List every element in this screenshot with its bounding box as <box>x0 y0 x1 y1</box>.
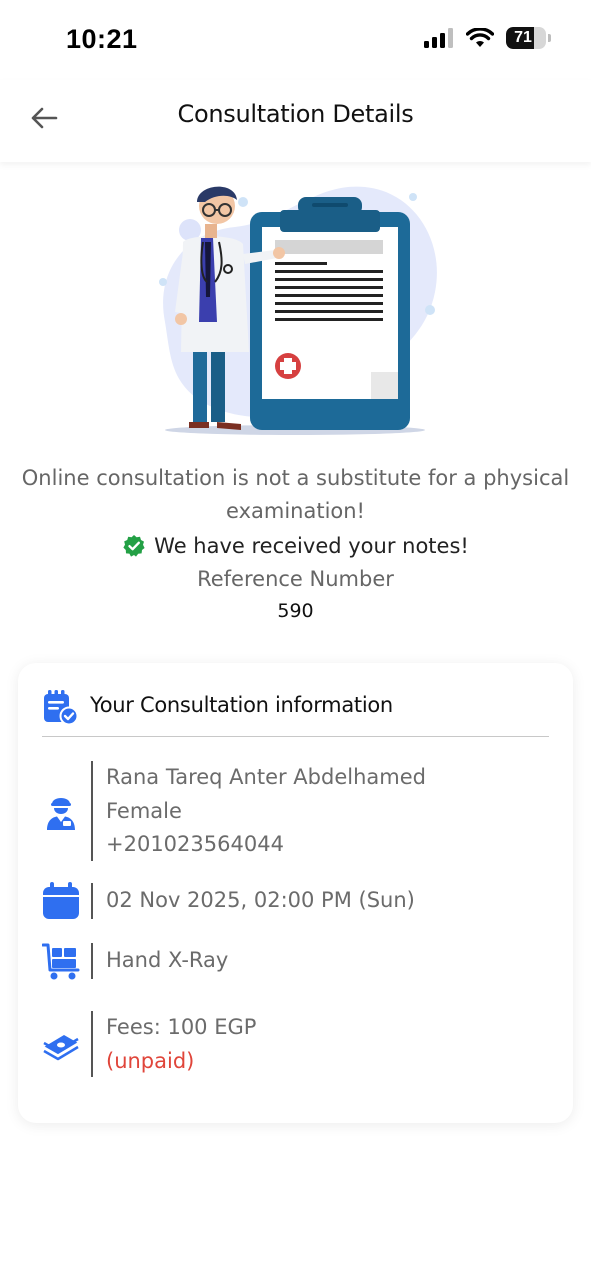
consultation-info-card: Your Consultation information Rana Tareq… <box>18 663 573 1123</box>
patient-gender: Female <box>106 798 182 823</box>
patient-info-row: Rana Tareq Anter Abdelhamed Female +2010… <box>42 761 553 861</box>
patient-name: Rana Tareq Anter Abdelhamed <box>106 765 426 789</box>
calendar-check-icon <box>44 690 78 725</box>
service-row: Hand X-Ray <box>42 941 553 981</box>
row-divider <box>91 883 93 919</box>
battery-level: 71 <box>514 29 532 46</box>
verified-check-icon <box>123 535 145 557</box>
service-cart-icon <box>42 943 80 980</box>
status-bar: 10:21 71 <box>0 0 591 80</box>
status-time: 10:21 <box>66 24 138 54</box>
page-title: Consultation Details <box>177 100 414 128</box>
appointment-row: 02 Nov 2025, 02:00 PM (Sun) <box>42 881 553 921</box>
app-bar: Consultation Details <box>0 80 591 162</box>
received-notes-text: We have received your notes! <box>154 534 469 558</box>
disclaimer-line-1: Online consultation is not a substitute … <box>21 466 570 490</box>
patient-icon <box>47 798 75 830</box>
calendar-icon <box>43 882 79 919</box>
fees-row: Fees: 100 EGP (unpaid) <box>42 1011 553 1077</box>
fees-amount: Fees: 100 EGP <box>106 1015 257 1039</box>
reference-number-value: 590 <box>277 600 314 622</box>
battery-icon: 71 <box>506 27 546 49</box>
card-header: Your Consultation information <box>42 687 549 737</box>
row-divider <box>91 761 93 861</box>
patient-phone: +201023564044 <box>106 832 284 856</box>
appointment-datetime: 02 Nov 2025, 02:00 PM (Sun) <box>106 888 415 912</box>
doctor-clipboard-illustration <box>159 186 437 435</box>
payment-status: (unpaid) <box>106 1048 195 1073</box>
disclaimer-line-2: examination! <box>226 499 365 523</box>
wifi-icon <box>466 28 494 47</box>
service-name: Hand X-Ray <box>106 948 229 972</box>
fees-details: Fees: 100 EGP (unpaid) <box>106 1011 256 1078</box>
battery-nub <box>548 34 551 42</box>
patient-details: Rana Tareq Anter Abdelhamed Female +2010… <box>106 761 426 862</box>
received-notes-message: We have received your notes! <box>0 534 591 558</box>
row-divider <box>91 943 93 979</box>
row-divider <box>91 1011 93 1077</box>
status-icons: 71 <box>424 27 551 49</box>
money-icon <box>43 1035 79 1061</box>
reference-number-label: Reference Number <box>197 567 394 591</box>
disclaimer-text: Online consultation is not a substitute … <box>20 462 571 528</box>
card-title: Your Consultation information <box>90 693 393 717</box>
cellular-signal-icon <box>424 28 453 48</box>
